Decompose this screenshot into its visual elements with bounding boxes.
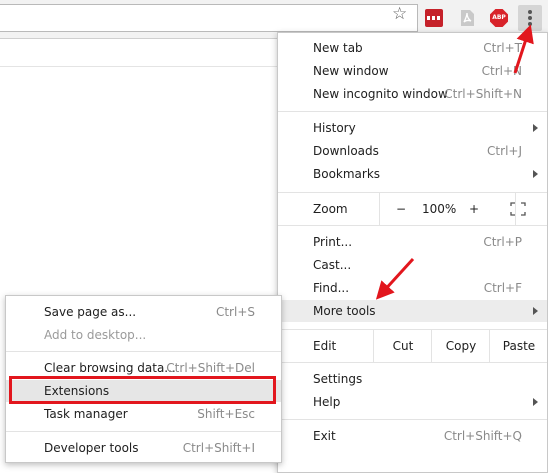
menu-label: Exit [313, 429, 336, 443]
address-bar[interactable] [0, 4, 418, 32]
menu-item-history[interactable]: History [278, 117, 547, 139]
zoom-level: 100% [422, 202, 457, 216]
menu-separator [278, 419, 547, 420]
menu-item-downloads[interactable]: Downloads Ctrl+J [278, 140, 547, 162]
chrome-main-menu: New tab Ctrl+T New window Ctrl+N New inc… [277, 32, 548, 473]
menu-item-exit[interactable]: Exit Ctrl+Shift+Q [278, 425, 547, 447]
menu-item-bookmarks[interactable]: Bookmarks [278, 163, 547, 185]
menu-separator [278, 225, 547, 226]
highlight-box [9, 376, 276, 404]
submenu-item-task-manager[interactable]: Task manager Shift+Esc [6, 403, 281, 425]
copy-button[interactable]: Copy [431, 330, 490, 362]
ext-red-dots-icon[interactable] [425, 9, 443, 27]
abp-icon[interactable]: ABP [490, 9, 508, 27]
menu-label: New window [313, 64, 389, 78]
menu-label: Add to desktop... [44, 328, 147, 342]
menu-label: New incognito window [313, 87, 448, 101]
menu-shortcut: Ctrl+Shift+Del [166, 361, 255, 375]
menu-shortcut: Ctrl+Shift+N [444, 87, 522, 101]
zoom-in-button[interactable]: + [469, 202, 479, 216]
fullscreen-icon[interactable] [510, 202, 526, 216]
menu-item-print[interactable]: Print... Ctrl+P [278, 231, 547, 253]
menu-separator [278, 111, 547, 112]
menu-item-new-window[interactable]: New window Ctrl+N [278, 60, 547, 82]
more-tools-submenu: Save page as... Ctrl+S Add to desktop...… [5, 295, 282, 463]
cut-button[interactable]: Cut [373, 330, 432, 362]
submenu-item-save-page[interactable]: Save page as... Ctrl+S [6, 301, 281, 323]
edit-label: Edit [313, 339, 337, 353]
menu-shortcut: Ctrl+S [215, 305, 255, 319]
menu-label: Help [313, 395, 341, 409]
submenu-item-add-to-desktop: Add to desktop... [6, 324, 281, 346]
zoom-out-button[interactable]: − [396, 202, 406, 216]
paste-button[interactable]: Paste [489, 330, 548, 362]
menu-shortcut: Ctrl+N [481, 64, 522, 78]
menu-label: Downloads [313, 144, 379, 158]
edit-row: Edit Cut Copy Paste [278, 330, 547, 362]
menu-label: Find... [313, 281, 350, 295]
page-divider [0, 66, 278, 67]
menu-item-help[interactable]: Help [278, 391, 547, 413]
menu-separator [278, 362, 547, 363]
zoom-row: Zoom − 100% + [278, 193, 547, 225]
pdf-icon[interactable] [458, 9, 476, 27]
menu-shortcut: Ctrl+Shift+I [182, 441, 255, 455]
menu-label: New tab [313, 41, 363, 55]
chevron-right-icon [533, 124, 538, 132]
menu-label: Print... [313, 235, 353, 249]
menu-shortcut: Shift+Esc [197, 407, 255, 421]
menu-label: Developer tools [44, 441, 139, 455]
menu-shortcut: Ctrl+F [483, 281, 522, 295]
chevron-right-icon [533, 398, 538, 406]
zoom-label: Zoom [313, 202, 348, 216]
menu-label: Settings [313, 372, 363, 386]
menu-label: Save page as... [44, 305, 137, 319]
menu-label: More tools [313, 304, 376, 318]
menu-separator [6, 351, 281, 352]
chevron-right-icon [533, 170, 538, 178]
star-icon[interactable]: ☆ [392, 5, 407, 23]
menu-item-find[interactable]: Find... Ctrl+F [278, 277, 547, 299]
menu-label: Clear browsing data... [44, 361, 176, 375]
zoom-controls: − 100% + [379, 193, 516, 225]
menu-item-new-tab[interactable]: New tab Ctrl+T [278, 37, 547, 59]
menu-item-more-tools[interactable]: More tools [278, 300, 547, 322]
menu-shortcut: Ctrl+P [483, 235, 522, 249]
menu-separator [6, 431, 281, 432]
menu-label: Bookmarks [313, 167, 381, 181]
menu-label: History [313, 121, 356, 135]
menu-label: Task manager [44, 407, 128, 421]
kebab-menu-icon[interactable] [518, 5, 542, 31]
chevron-right-icon [533, 307, 538, 315]
menu-item-incognito[interactable]: New incognito window Ctrl+Shift+N [278, 83, 547, 105]
menu-item-settings[interactable]: Settings [278, 368, 547, 390]
menu-item-cast[interactable]: Cast... [278, 254, 547, 276]
menu-shortcut: Ctrl+Shift+Q [443, 429, 522, 443]
menu-shortcut: Ctrl+J [487, 144, 522, 158]
submenu-item-developer-tools[interactable]: Developer tools Ctrl+Shift+I [6, 437, 281, 459]
menu-shortcut: Ctrl+T [483, 41, 522, 55]
menu-label: Cast... [313, 258, 352, 272]
